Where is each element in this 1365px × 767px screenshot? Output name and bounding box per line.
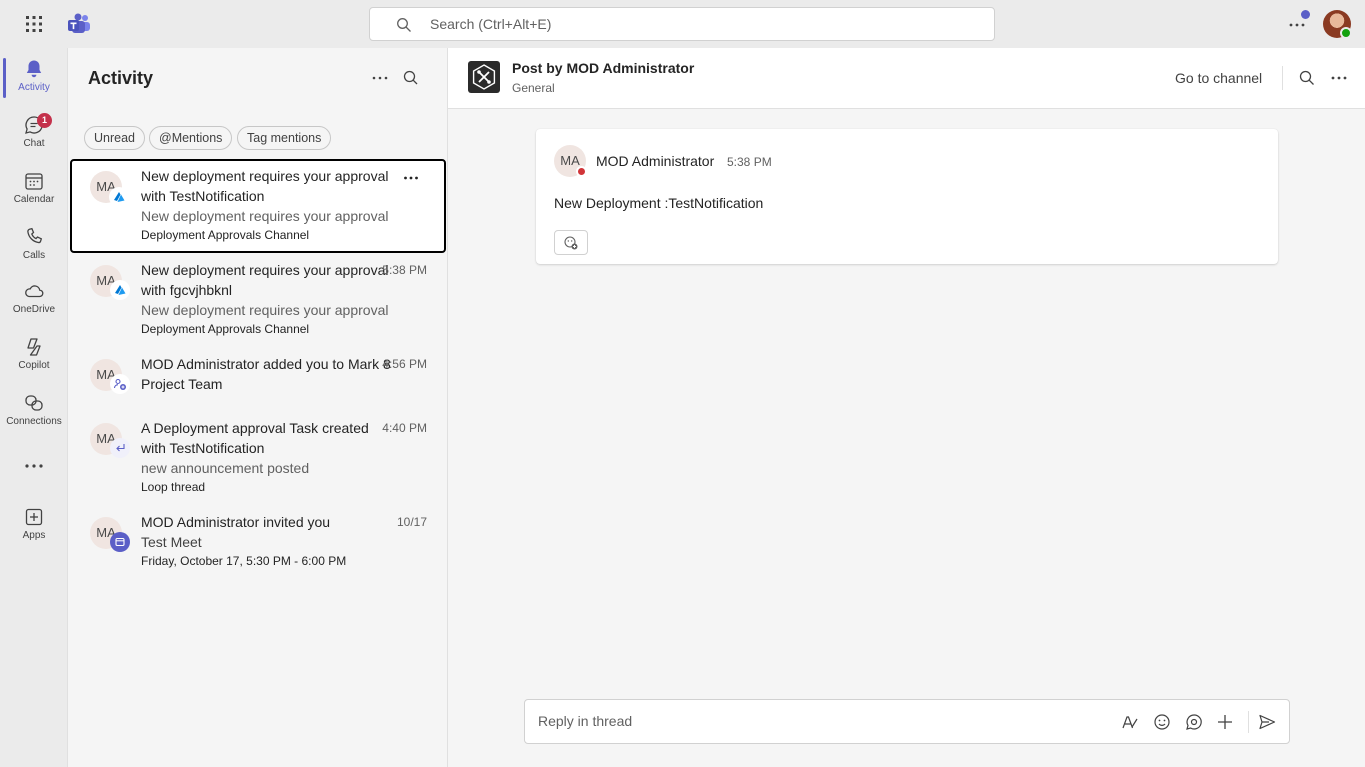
channel-name: General — [512, 81, 555, 95]
rail-label: Activity — [18, 82, 50, 93]
copilot-icon — [27, 338, 41, 356]
activity-item-time: 4:56 PM — [382, 357, 427, 371]
activity-item-title: MOD Administrator added you to Mark 8 Pr… — [141, 356, 391, 392]
emoji-icon[interactable] — [1152, 712, 1172, 732]
presence-available-icon — [1340, 27, 1352, 39]
go-to-channel-button[interactable]: Go to channel — [1175, 70, 1262, 86]
filter-unread[interactable]: Unread — [84, 126, 145, 150]
post-card: MA MOD Administrator 5:38 PM New Deploym… — [536, 129, 1278, 264]
rail-item-apps[interactable]: Apps — [0, 500, 68, 552]
activity-item-title: New deployment requires your approval wi… — [141, 262, 389, 298]
top-bar: Search (Ctrl+Alt+E) — [0, 0, 1365, 48]
divider — [1282, 66, 1283, 90]
rail-label: Calls — [22, 250, 46, 261]
more-apps-icon[interactable] — [20, 458, 48, 474]
send-icon[interactable] — [1257, 712, 1277, 732]
activity-item-title: New deployment requires your approval wi… — [141, 168, 389, 204]
search-input[interactable]: Search (Ctrl+Alt+E) — [369, 7, 995, 41]
notification-dot — [1301, 10, 1310, 19]
rail-label: Calendar — [13, 194, 55, 205]
activity-item[interactable]: MA New deployment requires your approval… — [70, 255, 446, 343]
azure-devops-icon — [109, 187, 129, 207]
rail-label: Copilot — [18, 360, 50, 371]
rail-label: Connections — [6, 416, 62, 427]
channel-logo-icon — [468, 61, 500, 93]
activity-item[interactable]: MA MOD Administrator invited you 10/17 T… — [70, 507, 446, 577]
activity-item-subtitle: New deployment requires your approval — [141, 302, 389, 318]
activity-item-channel: Deployment Approvals Channel — [141, 322, 310, 336]
teams-logo-icon — [66, 12, 92, 36]
search-icon — [397, 18, 411, 32]
cloud-icon — [25, 285, 44, 298]
app-launcher-icon[interactable] — [22, 12, 46, 36]
meeting-icon — [110, 532, 130, 552]
rail-item-chat[interactable]: Chat 1 — [0, 108, 68, 160]
app-rail: Activity Chat 1 Calendar Calls OneDrive — [0, 48, 68, 767]
filter-tag-mentions[interactable]: Tag mentions — [237, 126, 332, 150]
add-attachment-icon[interactable] — [1215, 712, 1235, 732]
activity-item-subtitle: New deployment requires your approval — [141, 208, 389, 224]
active-indicator — [3, 58, 6, 98]
activity-item-channel: Loop thread — [141, 480, 206, 494]
rail-item-calendar[interactable]: Calendar — [0, 164, 68, 216]
item-more-icon[interactable] — [402, 171, 420, 185]
activity-item[interactable]: MA A Deployment approval Task created wi… — [70, 413, 446, 503]
post-body: New Deployment :TestNotification — [554, 195, 764, 211]
conversation-title: Post by MOD Administrator — [512, 60, 695, 76]
activity-more-icon[interactable] — [368, 68, 392, 88]
rail-item-calls[interactable]: Calls — [0, 220, 68, 272]
rail-label: Chat — [23, 138, 45, 149]
conversation-header: Post by MOD Administrator General Go to … — [448, 48, 1365, 109]
activity-panel: Activity Unread @Mentions Tag mentions M… — [68, 48, 448, 767]
filter-mentions[interactable]: @Mentions — [149, 126, 233, 150]
activity-item-time: 10/17 — [396, 515, 427, 529]
connections-icon — [25, 395, 43, 411]
activity-item-channel: Deployment Approvals Channel — [141, 228, 310, 242]
conversation-pane: Post by MOD Administrator General Go to … — [448, 48, 1365, 767]
add-reaction-button[interactable] — [554, 230, 588, 255]
rail-item-connections[interactable]: Connections — [0, 386, 68, 438]
rail-item-onedrive[interactable]: OneDrive — [0, 274, 68, 326]
reply-icon — [110, 438, 130, 458]
apps-add-icon — [25, 508, 43, 526]
format-icon[interactable] — [1120, 712, 1140, 732]
activity-item-channel: Friday, October 17, 5:30 PM - 6:00 PM — [141, 554, 347, 568]
calendar-icon — [25, 173, 43, 190]
unread-badge: 1 — [37, 113, 52, 128]
search-icon[interactable] — [1298, 69, 1316, 87]
more-options-icon[interactable] — [1328, 70, 1350, 86]
reply-input[interactable]: Reply in thread — [524, 699, 1290, 744]
azure-devops-icon — [110, 280, 130, 300]
divider — [1248, 711, 1249, 733]
activity-item[interactable]: MA MOD Administrator added you to Mark 8… — [70, 349, 446, 409]
activity-item-selected[interactable]: MA New deployment requires your approval… — [70, 159, 446, 253]
rail-item-activity[interactable]: Activity — [0, 52, 68, 104]
team-add-icon — [110, 374, 130, 394]
post-author: MOD Administrator — [596, 153, 715, 169]
rail-label: OneDrive — [12, 304, 56, 315]
rail-item-copilot[interactable]: Copilot — [0, 330, 68, 382]
activity-item-subtitle: new announcement posted — [141, 460, 310, 476]
activity-item-title: MOD Administrator invited you — [141, 514, 331, 530]
activity-item-title: A Deployment approval Task created with … — [141, 420, 369, 456]
post-timestamp: 5:38 PM — [727, 155, 772, 169]
loop-icon[interactable] — [1184, 712, 1204, 732]
activity-item-time: 5:38 PM — [382, 263, 427, 277]
activity-item-subtitle: Test Meet — [141, 534, 202, 550]
activity-item-time: 4:40 PM — [382, 421, 427, 435]
bell-icon — [26, 60, 42, 78]
add-reaction-icon — [564, 236, 578, 250]
reply-placeholder: Reply in thread — [538, 713, 633, 729]
activity-title: Activity — [88, 68, 154, 88]
search-placeholder: Search (Ctrl+Alt+E) — [430, 16, 552, 32]
activity-search-icon[interactable] — [401, 68, 421, 88]
presence-busy-icon — [576, 166, 587, 177]
phone-icon — [27, 227, 43, 244]
rail-label: Apps — [22, 530, 46, 541]
